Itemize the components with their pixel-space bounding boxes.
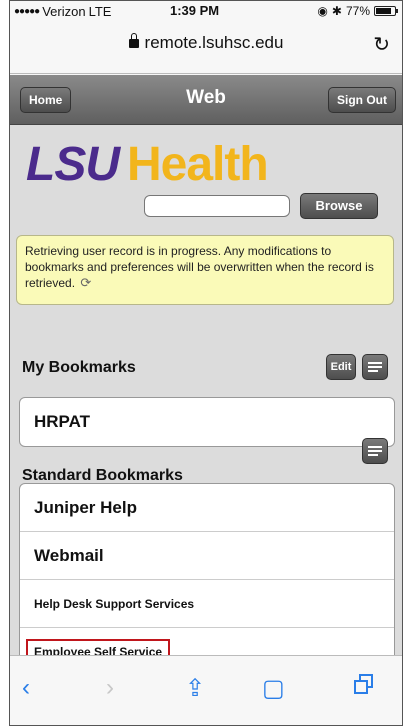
battery-icon: [374, 6, 398, 16]
status-right: ◉ ✱ 77%: [317, 4, 398, 18]
bookmarks-icon[interactable]: ▢: [262, 674, 285, 703]
bookmark-juniper-help[interactable]: Juniper Help: [20, 484, 394, 532]
sign-out-button[interactable]: Sign Out: [328, 87, 396, 113]
bookmark-help-desk[interactable]: Help Desk Support Services: [20, 580, 394, 628]
signal-dots-icon: ●●●●●: [14, 6, 40, 17]
battery-percent: 77%: [345, 4, 370, 18]
forward-icon[interactable]: ›: [106, 674, 114, 702]
network-type: LTE: [88, 4, 112, 19]
logo-health: Health: [127, 138, 269, 191]
back-icon[interactable]: ‹: [22, 674, 30, 702]
phone-screen: ●●●●● Verizon LTE 1:39 PM ◉ ✱ 77% remote…: [9, 0, 403, 726]
lock-icon: [128, 33, 139, 48]
status-time: 1:39 PM: [170, 3, 220, 18]
tabs-icon[interactable]: [354, 674, 374, 698]
bookmark-hrpat[interactable]: HRPAT: [20, 398, 394, 446]
my-bookmarks-list: HRPAT: [19, 397, 395, 447]
my-bookmarks-title: My Bookmarks: [22, 359, 136, 376]
notice-text: Retrieving user record is in progress. A…: [25, 244, 374, 290]
reload-icon[interactable]: ↻: [373, 32, 390, 57]
status-bar: ●●●●● Verizon LTE 1:39 PM ◉ ✱ 77%: [10, 1, 402, 22]
lsu-health-logo: LSU Health: [26, 137, 269, 192]
bluetooth-icon: ✱: [331, 4, 342, 18]
carrier-name: Verizon: [42, 4, 86, 19]
standard-bookmarks-menu-icon[interactable]: [362, 438, 388, 464]
status-notice: Retrieving user record is in progress. A…: [16, 235, 394, 305]
web-header: Home Web Sign Out: [10, 75, 402, 125]
sync-icon: ⟳: [80, 275, 92, 290]
standard-bookmarks-list: Juniper Help Webmail Help Desk Support S…: [19, 483, 395, 677]
browse-button[interactable]: Browse: [300, 193, 378, 219]
address-bar[interactable]: remote.lsuhsc.edu ↻: [10, 22, 402, 74]
carrier-info: ●●●●● Verizon LTE: [14, 4, 111, 19]
edit-bookmarks-button[interactable]: Edit: [326, 354, 356, 380]
browse-url-input[interactable]: [144, 195, 290, 217]
alarm-icon: ◉: [317, 4, 328, 18]
main-content: LSU Health Browse Retrieving user record …: [10, 125, 402, 677]
my-bookmarks-menu-icon[interactable]: [362, 354, 388, 380]
bookmark-webmail[interactable]: Webmail: [20, 532, 394, 580]
logo-lsu: LSU: [26, 138, 120, 191]
url-text: remote.lsuhsc.edu: [144, 33, 284, 52]
url-display[interactable]: remote.lsuhsc.edu: [10, 33, 402, 53]
share-icon[interactable]: ⇪: [185, 674, 205, 703]
safari-toolbar: ‹ › ⇪ ▢: [10, 655, 402, 725]
